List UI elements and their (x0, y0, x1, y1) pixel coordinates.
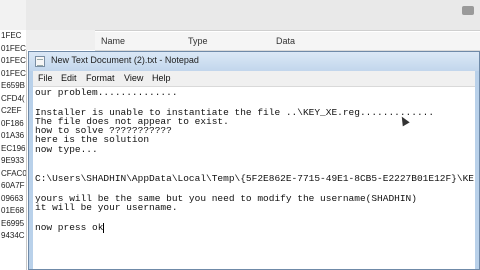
menu-bar: File Edit Format View Help (33, 71, 475, 87)
tree-item[interactable]: C2EF (0, 105, 26, 118)
menu-file[interactable]: File (38, 73, 53, 83)
column-type-header[interactable]: Type (188, 36, 208, 46)
tree-item[interactable]: 01FEC (0, 68, 26, 81)
tree-item[interactable]: 9E933 (0, 155, 26, 168)
tree-item[interactable]: 01E68 (0, 205, 26, 218)
tree-item[interactable]: E6995 (0, 218, 26, 231)
tree-item[interactable]: 01FEC (0, 55, 26, 68)
tree-item[interactable]: 01FEC (0, 43, 26, 56)
text-line: it will be your username. (35, 202, 178, 213)
registry-toolbar (0, 0, 480, 31)
tree-item[interactable]: 60A7F (0, 180, 26, 193)
text-line: C:\Users\SHADHIN\AppData\Local\Temp\{5F2… (35, 173, 474, 184)
current-line-text: now press ok (35, 222, 104, 233)
menu-help[interactable]: Help (152, 73, 171, 83)
text-line: now type... (35, 144, 98, 155)
tree-item[interactable]: 09663 (0, 193, 26, 206)
tree-header (0, 0, 26, 30)
tree-item[interactable]: 01A36 (0, 130, 26, 143)
column-data-header[interactable]: Data (276, 36, 295, 46)
window-title: New Text Document (2).txt - Notepad (51, 55, 199, 65)
notepad-icon (35, 56, 45, 67)
tree-item[interactable]: CFD4( (0, 93, 26, 106)
tree-item[interactable]: 0F186 (0, 118, 26, 131)
text-caret (103, 223, 105, 233)
tree-item[interactable]: EC196 (0, 143, 26, 156)
pane-splitter[interactable] (26, 30, 112, 72)
column-name-header[interactable]: Name (101, 36, 125, 46)
text-editor-area[interactable]: our problem.............. Installer is u… (33, 87, 475, 269)
menu-edit[interactable]: Edit (61, 73, 77, 83)
text-line-current: now press ok (35, 222, 105, 233)
tree-item[interactable]: 1FEC (0, 30, 26, 43)
notepad-window: New Text Document (2).txt - Notepad File… (28, 51, 480, 270)
values-column-header: Name Type Data (95, 32, 480, 51)
menu-format[interactable]: Format (86, 73, 115, 83)
notepad-titlebar[interactable]: New Text Document (2).txt - Notepad (29, 52, 479, 71)
text-line: our problem.............. (35, 87, 178, 98)
window-control-icon[interactable] (462, 6, 474, 15)
registry-key-tree[interactable]: 1FEC 01FEC 01FEC 01FEC E659B CFD4( C2EF … (0, 30, 27, 270)
tree-item[interactable]: 9434C (0, 230, 26, 243)
tree-item[interactable]: E659B (0, 80, 26, 93)
tree-item[interactable]: CFAC0 (0, 168, 26, 181)
menu-view[interactable]: View (124, 73, 143, 83)
